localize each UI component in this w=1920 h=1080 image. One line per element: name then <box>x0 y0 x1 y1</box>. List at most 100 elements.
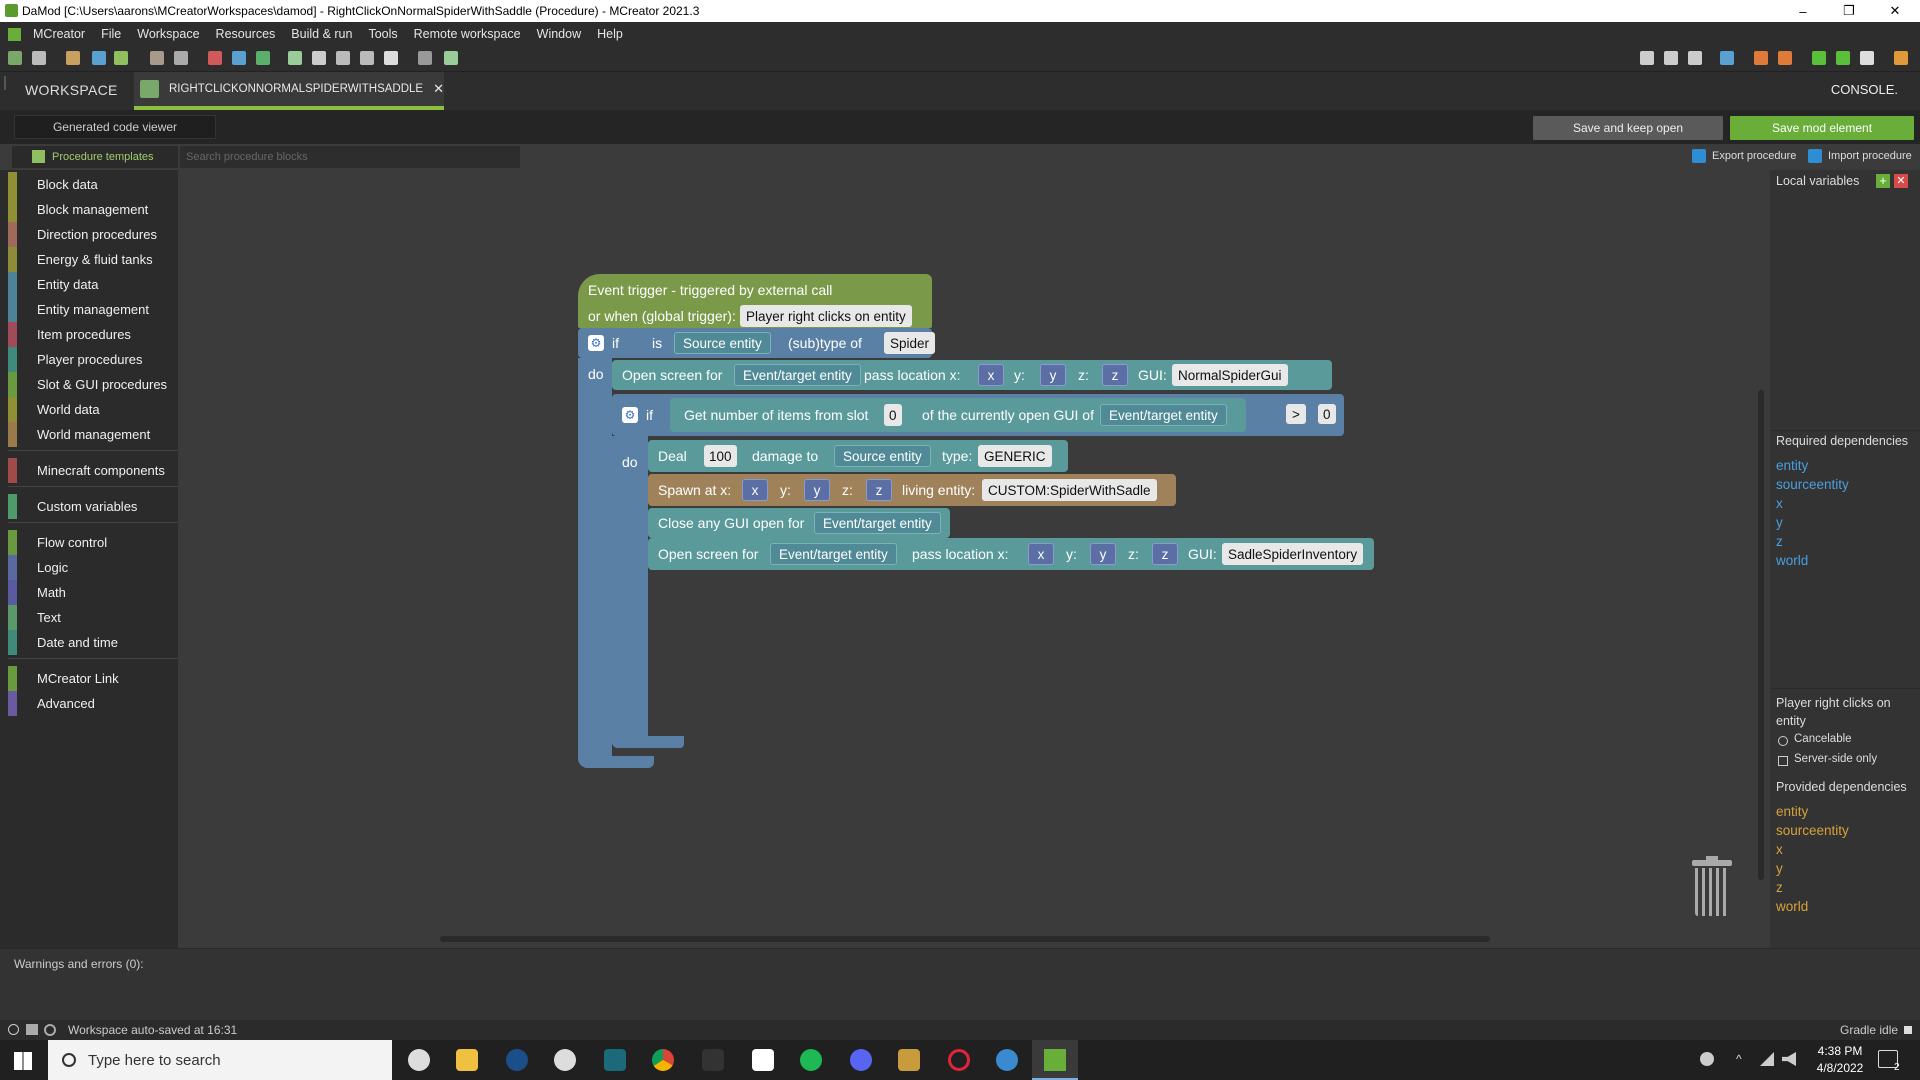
app-icon[interactable] <box>996 1049 1018 1071</box>
sound-icon[interactable] <box>150 51 164 65</box>
run-client-icon[interactable] <box>1812 51 1826 65</box>
category-world-data[interactable]: World data <box>8 397 178 422</box>
x-slot[interactable]: x <box>978 364 1004 386</box>
maximize-button[interactable]: ❐ <box>1826 0 1872 22</box>
search-blocks-input[interactable]: Search procedure blocks <box>180 146 520 168</box>
source-entity-slot[interactable]: Source entity <box>674 332 771 354</box>
target-entity-slot[interactable]: Event/target entity <box>770 543 897 565</box>
refresh-icon[interactable] <box>92 51 106 65</box>
category-math[interactable]: Math <box>8 580 178 605</box>
category-custom-variables[interactable]: Custom variables <box>8 494 178 519</box>
category-logic[interactable]: Logic <box>8 555 178 580</box>
clock-time[interactable]: 4:38 PM <box>1810 1044 1870 1058</box>
global-trigger-dropdown[interactable]: Player right clicks on entity <box>740 305 912 327</box>
branch-icon[interactable] <box>1640 51 1654 65</box>
close-window-button[interactable]: ✕ <box>1872 0 1918 22</box>
category-world-management[interactable]: World management <box>8 422 178 447</box>
y-slot[interactable]: y <box>1040 364 1066 386</box>
package-icon[interactable] <box>1720 51 1734 65</box>
category-entity-data[interactable]: Entity data <box>8 272 178 297</box>
volume-icon[interactable] <box>1782 1052 1796 1066</box>
console-icon[interactable] <box>418 51 432 65</box>
export-mod-icon[interactable] <box>1894 51 1908 65</box>
category-date-time[interactable]: Date and time <box>8 630 178 655</box>
open-screen-block[interactable]: Open screen for Event/target entity pass… <box>612 360 1332 390</box>
run-server-icon[interactable] <box>1836 51 1850 65</box>
category-advanced[interactable]: Advanced <box>8 691 178 716</box>
mutator-gear-icon[interactable]: ⚙ <box>588 335 604 351</box>
build-icon[interactable] <box>312 51 326 65</box>
target-entity-slot[interactable]: Event/target entity <box>814 512 941 534</box>
damage-amount-input[interactable]: 100 <box>704 445 737 467</box>
tab-procedure[interactable]: RIGHTCLICKONNORMALSPIDERWITHSADDLE ✕ <box>134 72 444 110</box>
z-slot[interactable]: z <box>1152 543 1178 565</box>
tab-close-icon[interactable]: ✕ <box>433 81 444 97</box>
x-slot[interactable]: x <box>1028 543 1054 565</box>
gear-icon[interactable] <box>360 51 374 65</box>
hammer-icon[interactable] <box>336 51 350 65</box>
texture-icon[interactable] <box>208 51 222 65</box>
close-gui-block[interactable]: Close any GUI open for Event/target enti… <box>648 508 950 538</box>
lightning-app-icon[interactable] <box>702 1049 724 1071</box>
chevron-up-icon[interactable]: ^ <box>1736 1052 1742 1066</box>
import-procedure-button[interactable]: Import procedure <box>1808 149 1912 163</box>
settings-gear-icon[interactable] <box>44 1024 56 1036</box>
mutator-gear-icon[interactable]: ⚙ <box>622 407 638 423</box>
menu-build-run[interactable]: Build & run <box>291 27 352 41</box>
build-mod-icon[interactable] <box>1778 51 1792 65</box>
save-mod-element-button[interactable]: Save mod element <box>1730 116 1914 140</box>
y-slot[interactable]: y <box>804 479 830 501</box>
minimize-button[interactable]: – <box>1780 0 1826 22</box>
model-icon[interactable] <box>232 51 246 65</box>
amazon-icon[interactable] <box>752 1049 774 1071</box>
taskbar-search-box[interactable]: Type here to search <box>48 1040 392 1080</box>
save-keep-open-button[interactable]: Save and keep open <box>1533 116 1723 140</box>
wifi-icon[interactable] <box>1760 1052 1774 1066</box>
menu-remote-workspace[interactable]: Remote workspace <box>414 27 521 41</box>
image-icon[interactable] <box>114 51 128 65</box>
settings-app-icon[interactable] <box>408 1049 430 1071</box>
steam-icon[interactable] <box>506 1049 528 1071</box>
people-icon[interactable] <box>1700 1052 1714 1066</box>
comparison-dropdown[interactable]: > <box>1286 404 1306 424</box>
menu-window[interactable]: Window <box>537 27 581 41</box>
menu-tools[interactable]: Tools <box>368 27 397 41</box>
remove-variable-icon[interactable]: ✕ <box>1894 174 1908 188</box>
clock-date[interactable]: 4/8/2022 <box>1810 1061 1870 1075</box>
category-minecraft-components[interactable]: Minecraft components <box>8 458 178 483</box>
comparison-value-input[interactable]: 0 <box>1318 404 1336 424</box>
category-block-management[interactable]: Block management <box>8 197 178 222</box>
trash-can-icon[interactable] <box>1692 856 1732 918</box>
deal-damage-block[interactable]: Deal 100 damage to Source entity type: G… <box>648 440 1068 472</box>
chrome-icon[interactable] <box>652 1049 674 1071</box>
share-icon[interactable] <box>26 1024 38 1035</box>
gradle-icon[interactable] <box>288 51 302 65</box>
menu-help[interactable]: Help <box>597 27 623 41</box>
y-slot[interactable]: y <box>1090 543 1116 565</box>
windows-start-icon[interactable] <box>14 1052 32 1070</box>
mcreator-taskbar-button[interactable] <box>1032 1040 1078 1080</box>
pull-icon[interactable] <box>1664 51 1678 65</box>
target-entity-slot[interactable]: Event/target entity <box>1100 404 1227 426</box>
living-entity-dropdown[interactable]: CUSTOM:SpiderWithSadle <box>982 479 1157 501</box>
spotify-icon[interactable] <box>800 1049 822 1071</box>
category-mcreator-link[interactable]: MCreator Link <box>8 666 178 691</box>
open-screen-block[interactable]: Open screen for Event/target entity pass… <box>648 538 1374 570</box>
gui-dropdown[interactable]: NormalSpiderGui <box>1172 364 1288 386</box>
category-slot-gui-procedures[interactable]: Slot & GUI procedures <box>8 372 178 397</box>
category-flow-control[interactable]: Flow control <box>8 530 178 555</box>
menu-resources[interactable]: Resources <box>216 27 276 41</box>
league-icon[interactable] <box>898 1049 920 1071</box>
category-item-procedures[interactable]: Item procedures <box>8 322 178 347</box>
opera-icon[interactable] <box>948 1049 970 1071</box>
settings-icon[interactable] <box>384 51 398 65</box>
stop-icon[interactable] <box>1860 51 1874 65</box>
menu-file[interactable]: File <box>101 27 121 41</box>
export-procedure-button[interactable]: Export procedure <box>1692 149 1796 163</box>
category-entity-management[interactable]: Entity management <box>8 297 178 322</box>
structure-icon[interactable] <box>174 51 188 65</box>
menu-mcreator[interactable]: MCreator <box>33 27 85 41</box>
push-icon[interactable] <box>1688 51 1702 65</box>
spawn-entity-block[interactable]: Spawn at x: x y: y z: z living entity: C… <box>648 474 1176 506</box>
add-variable-icon[interactable]: + <box>1876 174 1890 188</box>
